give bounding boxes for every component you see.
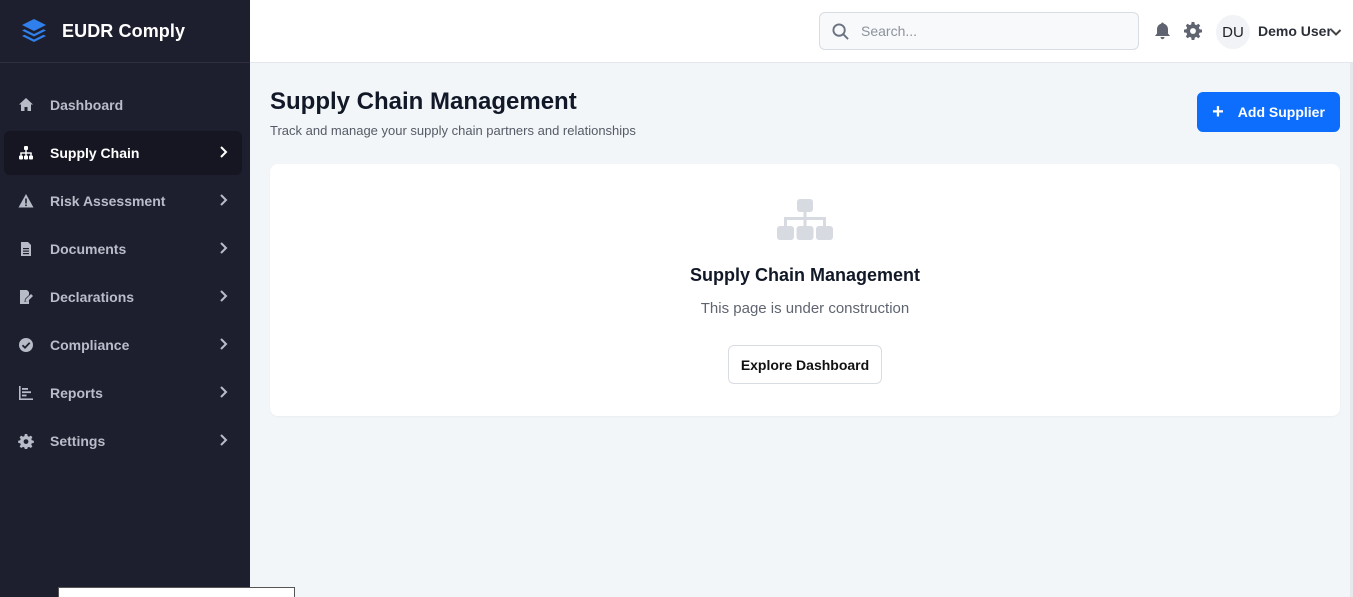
- sidebar-item-label: Compliance: [50, 337, 130, 353]
- chevron-right-icon: [216, 433, 230, 447]
- sidebar-item-label: Risk Assessment: [50, 193, 166, 209]
- page-subtitle: Track and manage your supply chain partn…: [270, 123, 636, 138]
- sidebar-item-compliance[interactable]: Compliance: [4, 323, 242, 367]
- chevron-right-icon: [216, 289, 230, 303]
- plus-icon: +: [1212, 101, 1224, 123]
- empty-state-card: Supply Chain Management This page is und…: [270, 164, 1340, 416]
- sidebar-item-settings[interactable]: Settings: [4, 419, 242, 463]
- page-title: Supply Chain Management: [270, 88, 577, 115]
- explore-dashboard-button[interactable]: Explore Dashboard: [728, 345, 882, 384]
- sidebar-item-supply-chain[interactable]: Supply Chain: [4, 131, 242, 175]
- sidebar-item-label: Supply Chain: [50, 145, 140, 161]
- add-supplier-label: Add Supplier: [1237, 104, 1325, 120]
- chevron-right-icon: [216, 193, 230, 207]
- home-icon: [18, 97, 34, 113]
- sitemap-icon: [777, 199, 833, 241]
- sidebar-item-label: Documents: [50, 241, 127, 257]
- chevron-right-icon: [216, 337, 230, 351]
- empty-state-title: Supply Chain Management: [689, 265, 921, 285]
- topbar: DU Demo User: [250, 0, 1353, 63]
- brand[interactable]: EUDR Comply: [0, 0, 250, 63]
- search-box[interactable]: [819, 12, 1139, 50]
- empty-state-text: This page is under construction: [700, 300, 910, 317]
- sidebar-item-label: Settings: [50, 433, 106, 449]
- sidebar-nav: Dashboard Supply Chain Risk Assessment D…: [0, 63, 250, 463]
- search-icon: [832, 22, 849, 40]
- chevron-right-icon: [216, 145, 230, 159]
- sidebar-item-dashboard[interactable]: Dashboard: [4, 83, 242, 127]
- check-circle-icon: [18, 337, 34, 353]
- tooltip: [58, 587, 295, 597]
- gear-icon: [18, 433, 34, 449]
- sidebar-item-declarations[interactable]: Declarations: [4, 275, 242, 319]
- chevron-right-icon: [216, 385, 230, 399]
- chevron-down-icon[interactable]: [1330, 25, 1342, 37]
- avatar[interactable]: DU: [1216, 15, 1250, 49]
- sitemap-icon: [18, 145, 34, 161]
- file-icon: [18, 241, 34, 257]
- sidebar-item-reports[interactable]: Reports: [4, 371, 242, 415]
- chevron-right-icon: [216, 241, 230, 255]
- layers-logo-icon: [20, 17, 48, 45]
- sidebar: EUDR Comply Dashboard Supply Chain Risk …: [0, 0, 250, 597]
- add-supplier-button[interactable]: + Add Supplier: [1197, 92, 1340, 132]
- bell-icon[interactable]: [1154, 22, 1171, 40]
- sidebar-item-risk-assessment[interactable]: Risk Assessment: [4, 179, 242, 223]
- sidebar-item-label: Reports: [50, 385, 103, 401]
- gear-icon[interactable]: [1184, 22, 1202, 40]
- user-name[interactable]: Demo User: [1258, 23, 1332, 39]
- chart-bar-icon: [18, 385, 34, 401]
- file-signature-icon: [18, 289, 34, 305]
- sidebar-item-label: Dashboard: [50, 97, 124, 113]
- sidebar-item-documents[interactable]: Documents: [4, 227, 242, 271]
- app-name: EUDR Comply: [62, 20, 186, 41]
- search-input[interactable]: [861, 23, 1111, 39]
- sidebar-item-label: Declarations: [50, 289, 135, 305]
- warning-icon: [18, 193, 34, 209]
